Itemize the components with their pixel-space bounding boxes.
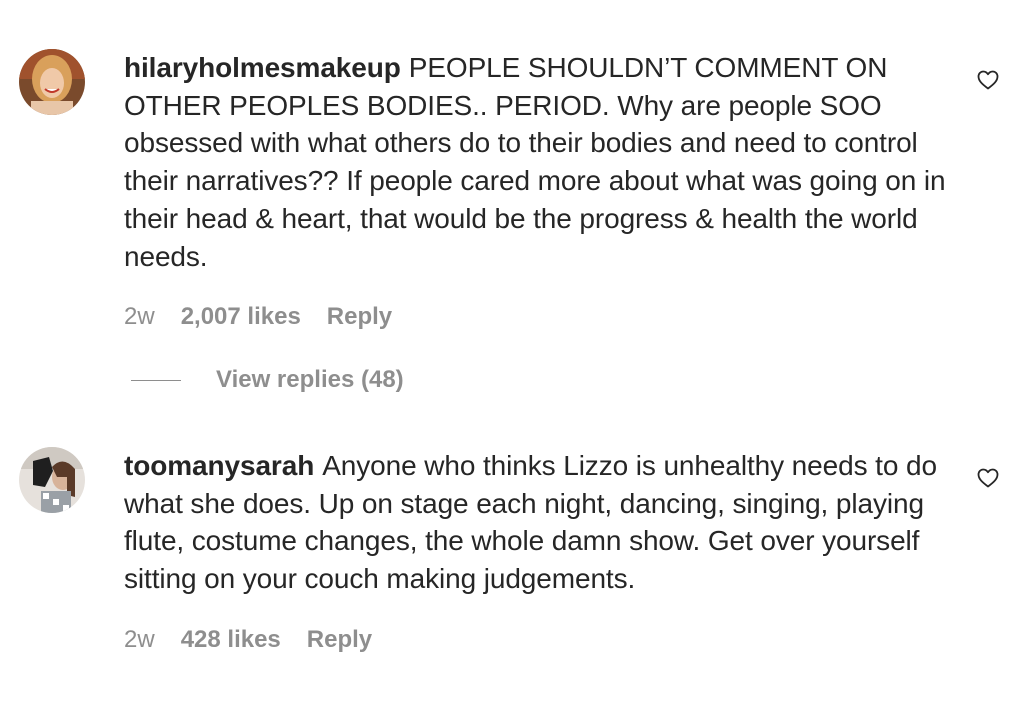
avatar[interactable] — [19, 49, 85, 115]
comment-body: hilaryholmesmakeup PEOPLE SHOULDN’T COMME… — [124, 49, 954, 331]
comment-text: PEOPLE SHOULDN’T COMMENT ON OTHER PEOPLE… — [124, 52, 946, 272]
heart-outline-icon[interactable] — [976, 68, 1000, 92]
comment-username[interactable]: toomanysarah — [124, 450, 314, 481]
reply-button[interactable]: Reply — [327, 303, 392, 331]
comment-likes[interactable]: 428 likes — [181, 626, 281, 654]
comment-username[interactable]: hilaryholmesmakeup — [124, 52, 401, 83]
view-replies-divider — [131, 379, 181, 381]
comment-text-block: toomanysarah Anyone who thinks Lizzo is u… — [124, 447, 954, 598]
view-replies-button[interactable]: View replies (48) — [131, 366, 404, 394]
comment-text-block: hilaryholmesmakeup PEOPLE SHOULDN’T COMME… — [124, 49, 954, 275]
comment-likes[interactable]: 2,007 likes — [181, 303, 301, 331]
heart-outline-icon[interactable] — [976, 466, 1000, 490]
view-replies-label: View replies (48) — [216, 366, 404, 393]
comment-time[interactable]: 2w — [124, 626, 155, 654]
comment-meta: 2w 2,007 likes Reply — [124, 303, 954, 331]
comment-body: toomanysarah Anyone who thinks Lizzo is u… — [124, 447, 954, 654]
reply-button[interactable]: Reply — [307, 626, 372, 654]
comment-time[interactable]: 2w — [124, 303, 155, 331]
comment-meta: 2w 428 likes Reply — [124, 626, 954, 654]
avatar[interactable] — [19, 447, 85, 513]
